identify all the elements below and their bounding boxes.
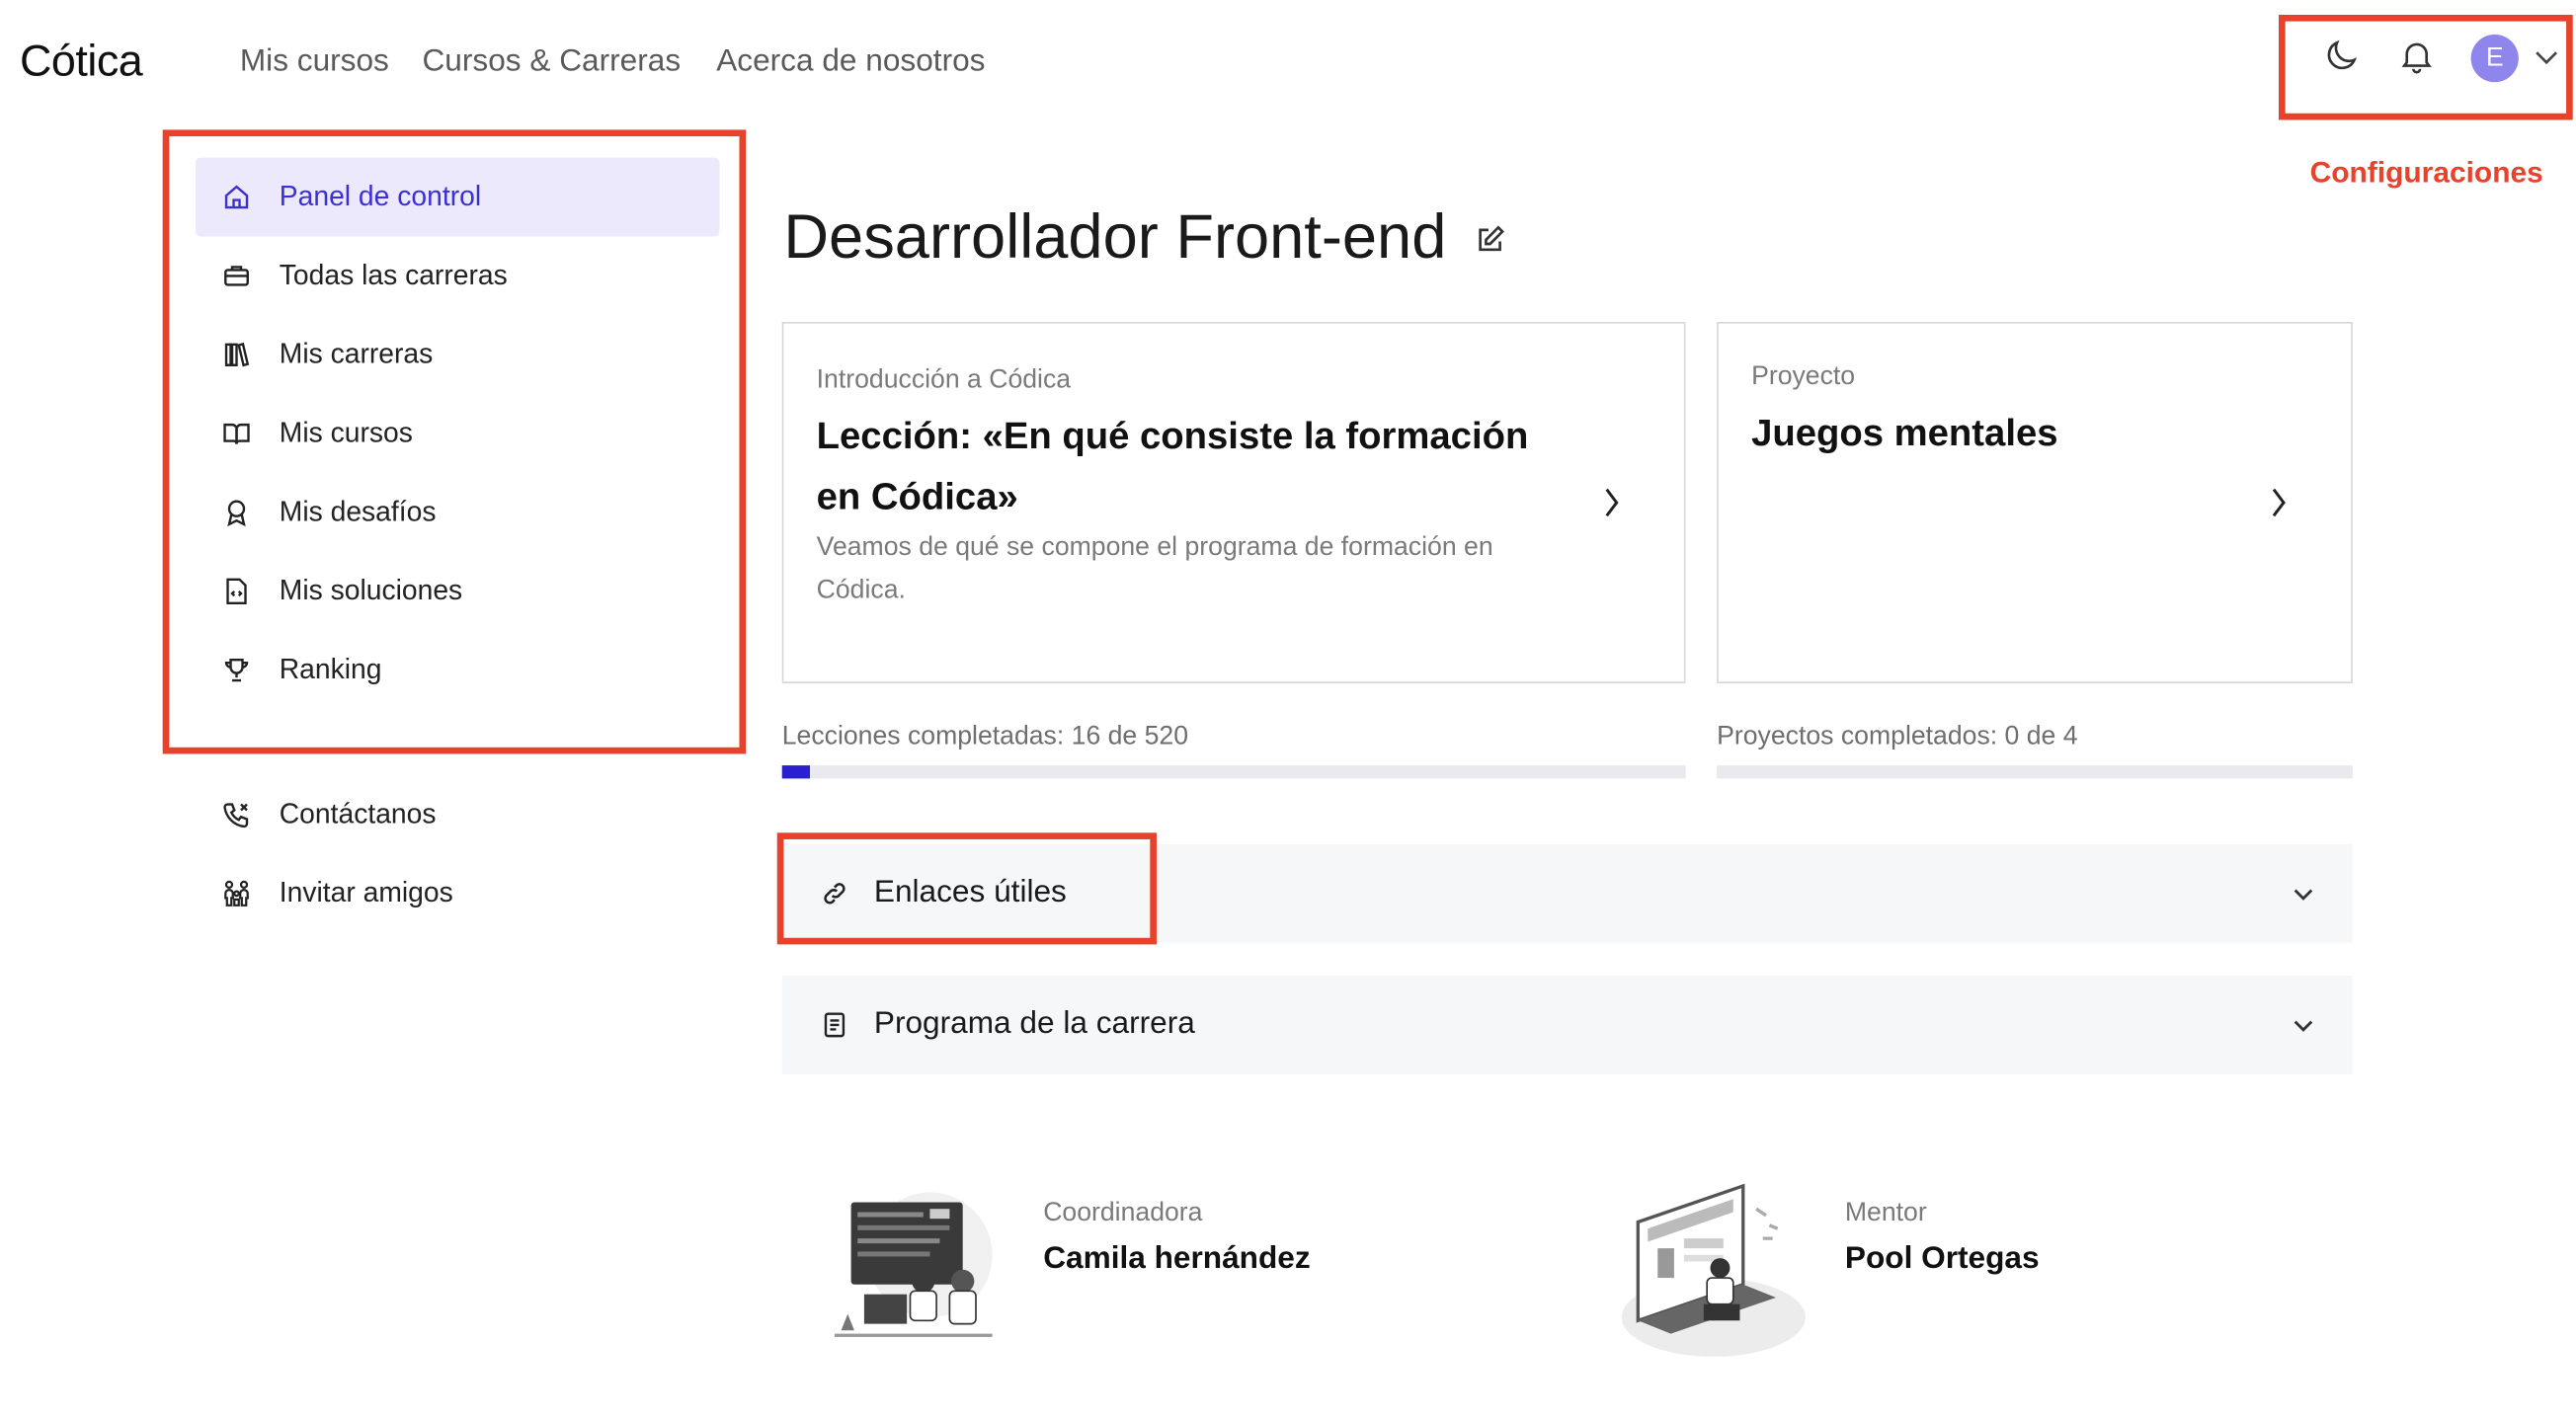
chevron-down-icon — [2287, 1008, 2319, 1041]
page-title: Desarrollador Front-end — [783, 203, 1447, 274]
sidebar-item-ranking[interactable]: Ranking — [196, 631, 720, 710]
document-icon — [818, 1008, 850, 1041]
sidebar-item-desafios[interactable]: Mis desafíos — [196, 473, 720, 552]
book-open-icon — [220, 417, 253, 449]
sidebar-item-mis-cursos[interactable]: Mis cursos — [196, 394, 720, 473]
projects-progress-bar — [1717, 765, 2353, 779]
lesson-card-desc-line2: Códica. — [816, 576, 906, 605]
lesson-card-desc: Veamos de qué se compone el programa de … — [816, 533, 1493, 562]
mentor-illustration — [1615, 1176, 1812, 1357]
lessons-progress-fill — [781, 765, 810, 779]
lesson-card-title: Lección: «En qué consiste la formación — [816, 414, 1529, 457]
lessons-progress-bar — [781, 765, 1686, 779]
sidebar-item-mis-carreras[interactable]: Mis carreras — [196, 315, 720, 394]
project-card-title: Juegos mentales — [1751, 410, 2058, 454]
sidebar-item-contacto[interactable]: Contáctanos — [196, 775, 720, 854]
logo[interactable]: Cótica — [20, 37, 143, 88]
accordion-programa[interactable]: Programa de la carrera — [781, 976, 2353, 1074]
file-code-icon — [220, 575, 253, 607]
edit-icon[interactable] — [1474, 223, 1510, 260]
briefcase-icon — [220, 260, 253, 292]
lesson-card-subtitle: Introducción a Códica — [816, 365, 1072, 395]
nav-mis-cursos[interactable]: Mis cursos — [240, 44, 389, 81]
moon-icon[interactable] — [2321, 37, 2361, 76]
chevron-down-icon[interactable] — [2532, 42, 2561, 72]
coordinator-illustration — [828, 1189, 996, 1343]
bell-icon[interactable] — [2397, 37, 2437, 76]
home-icon — [220, 181, 253, 213]
mentor-name: Pool Ortegas — [1844, 1241, 2040, 1277]
avatar[interactable]: E — [2470, 34, 2519, 83]
lessons-progress-label: Lecciones completadas: 16 de 520 — [781, 722, 1189, 751]
chevron-right-icon — [1600, 485, 1623, 521]
books-icon — [220, 339, 253, 371]
trophy-icon — [220, 654, 253, 686]
sidebar-item-panel[interactable]: Panel de control — [195, 157, 720, 237]
project-card[interactable]: Proyecto Juegos mentales — [1717, 322, 2353, 683]
coordinator-role: Coordinadora — [1043, 1199, 1203, 1227]
mentor-role: Mentor — [1844, 1199, 1927, 1227]
sidebar-item-soluciones[interactable]: Mis soluciones — [196, 552, 720, 631]
sidebar-item-invitar[interactable]: Invitar amigos — [196, 854, 720, 933]
project-card-subtitle: Proyecto — [1751, 362, 1856, 391]
nav-cursos-carreras[interactable]: Cursos & Carreras — [422, 44, 681, 81]
nav-acerca[interactable]: Acerca de nosotros — [716, 44, 985, 81]
phone-icon — [220, 798, 253, 830]
lesson-card-title-line2: en Códica» — [816, 474, 1018, 517]
projects-progress-label: Proyectos completados: 0 de 4 — [1717, 722, 2078, 751]
sidebar-item-carreras[interactable]: Todas las carreras — [196, 237, 720, 316]
coordinator-name: Camila hernández — [1043, 1241, 1311, 1277]
chevron-down-icon — [2287, 877, 2319, 909]
people-icon — [220, 877, 253, 909]
links-highlight-box — [776, 832, 1157, 945]
award-icon — [220, 496, 253, 528]
lesson-card[interactable]: Introducción a Códica Lección: «En qué c… — [781, 322, 1686, 683]
config-label: Configuraciones — [2309, 156, 2543, 190]
chevron-right-icon — [2267, 485, 2290, 521]
